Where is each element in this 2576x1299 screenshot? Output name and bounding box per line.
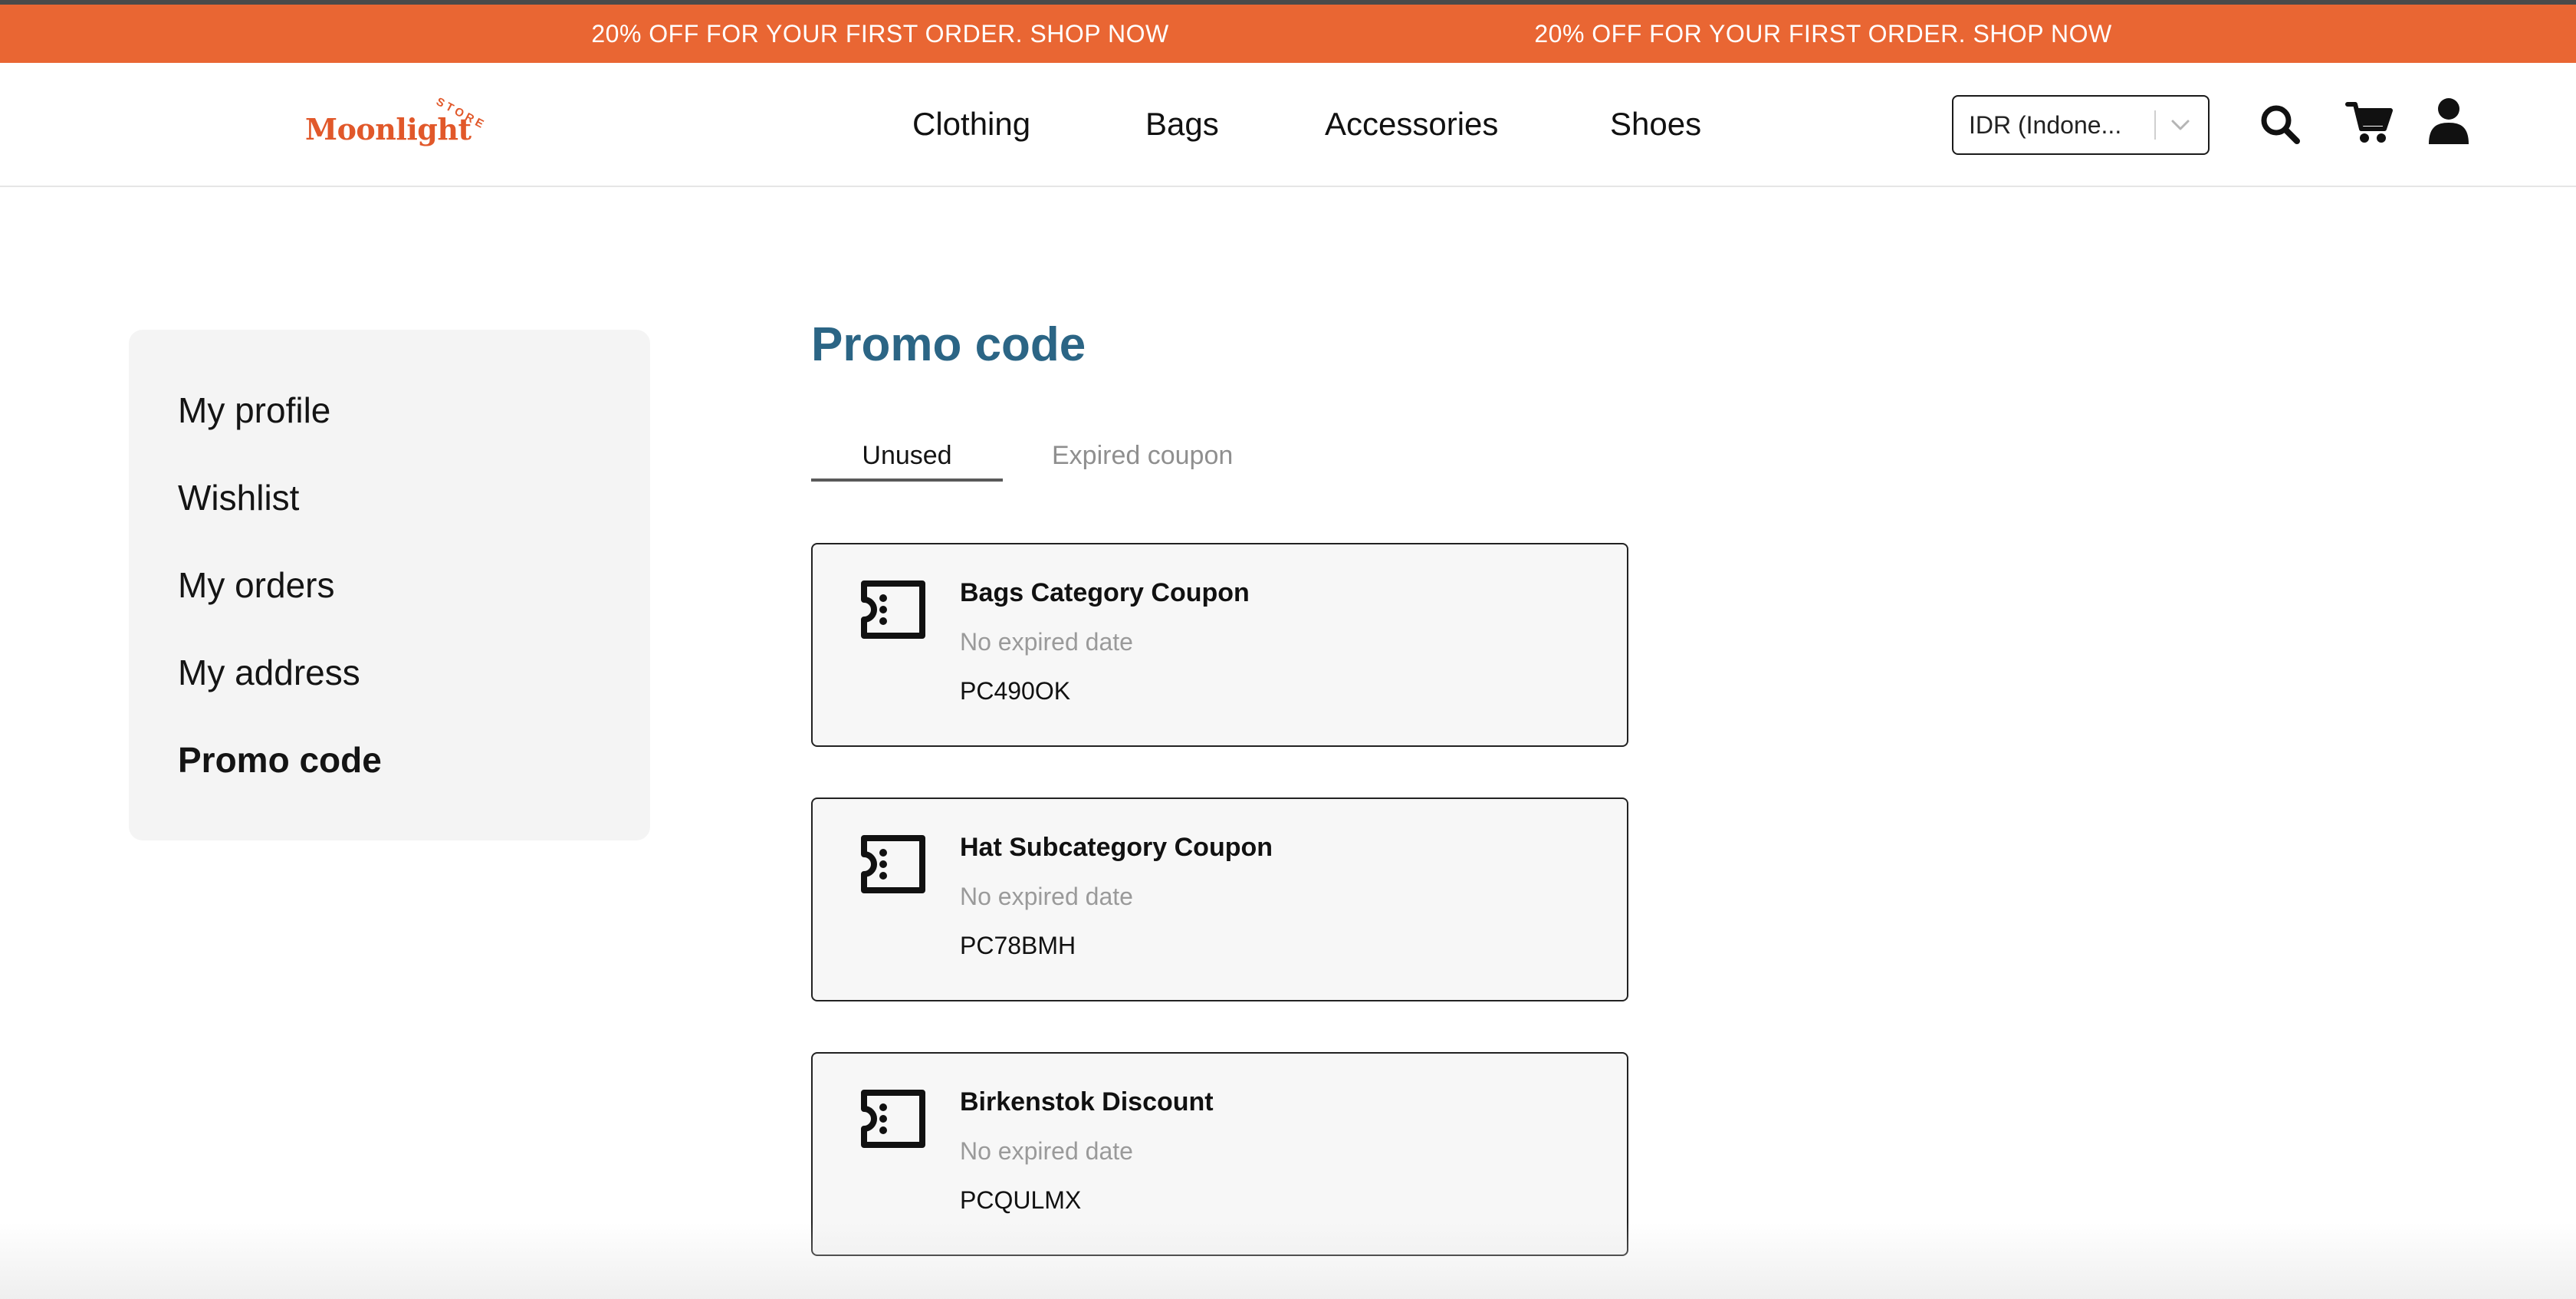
ticket-icon [861,580,925,639]
coupon-name: Bags Category Coupon [960,578,1250,607]
nav-link-accessories[interactable]: Accessories [1325,101,1498,147]
page-title: Promo code [811,318,1086,371]
tab-unused[interactable]: Unused [811,432,1003,478]
coupon-card[interactable]: Birkenstok Discount No expired date PCQU… [811,1052,1628,1256]
store-logo[interactable]: Moonlight STORE [305,95,489,156]
coupon-expiry: No expired date [960,628,1133,656]
user-icon[interactable] [2427,97,2470,147]
cart-icon[interactable] [2344,98,2394,147]
ticket-icon [861,835,925,893]
promo-banner[interactable]: 20% OFF FOR YOUR FIRST ORDER. SHOP NOW 2… [0,5,2576,63]
ticket-icon [861,1090,925,1148]
coupon-name: Hat Subcategory Coupon [960,833,1273,862]
search-icon[interactable] [2259,103,2302,146]
coupon-code: PCQULMX [960,1186,1082,1214]
coupon-card[interactable]: Hat Subcategory Coupon No expired date P… [811,797,1628,1001]
sidebar-item-my-orders[interactable]: My orders [178,558,334,612]
active-tab-indicator [811,478,1003,482]
chevron-down-icon [2171,120,2190,130]
banner-message[interactable]: 20% OFF FOR YOUR FIRST ORDER. SHOP NOW [1534,5,2111,63]
coupon-card[interactable]: Bags Category Coupon No expired date PC4… [811,543,1628,747]
nav-link-clothing[interactable]: Clothing [912,101,1030,147]
coupon-expiry: No expired date [960,883,1133,910]
select-divider [2154,110,2156,140]
coupon-name: Birkenstok Discount [960,1087,1214,1116]
currency-select[interactable]: IDR (Indone... [1952,95,2210,155]
account-sidebar: My profile Wishlist My orders My address… [129,330,650,840]
sidebar-item-wishlist[interactable]: Wishlist [178,471,299,525]
sidebar-item-my-profile[interactable]: My profile [178,383,330,437]
sidebar-item-my-address[interactable]: My address [178,646,360,699]
logo-wordmark: Moonlight [305,112,472,146]
coupon-code: PC78BMH [960,932,1076,959]
site-header: Moonlight STORE Clothing Bags Accessorie… [0,63,2576,187]
currency-value: IDR (Indone... [1969,111,2122,139]
sidebar-item-promo-code[interactable]: Promo code [178,733,382,787]
tab-expired-coupon[interactable]: Expired coupon [1052,432,1233,478]
banner-message[interactable]: 20% OFF FOR YOUR FIRST ORDER. SHOP NOW [591,5,1168,63]
coupon-code: PC490OK [960,677,1071,705]
coupon-expiry: No expired date [960,1137,1133,1165]
nav-link-bags[interactable]: Bags [1145,101,1219,147]
nav-link-shoes[interactable]: Shoes [1610,101,1701,147]
